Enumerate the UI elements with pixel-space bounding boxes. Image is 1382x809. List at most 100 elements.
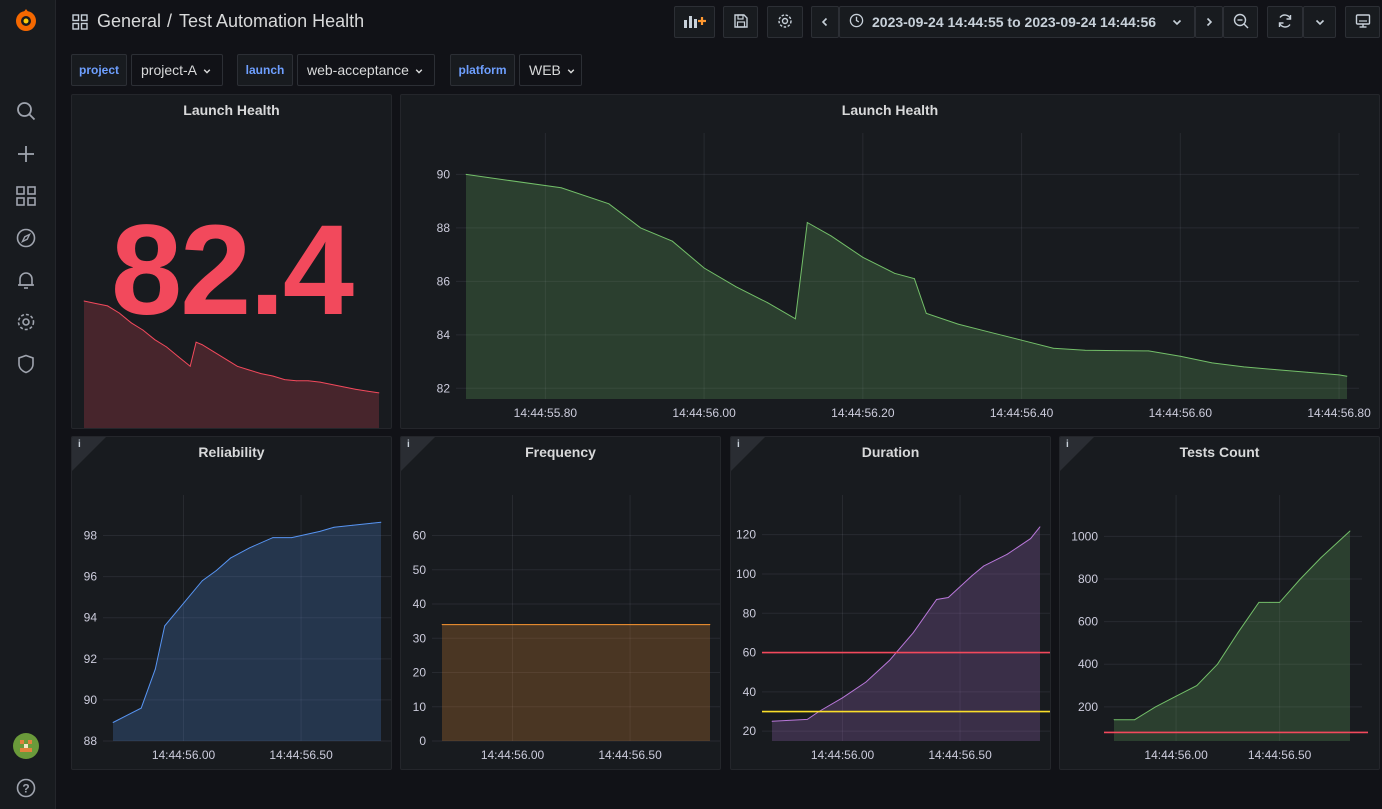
data-point (291, 537, 293, 539)
data-point (331, 383, 333, 385)
x-tick-label: 14:44:56.00 (811, 748, 875, 762)
dashboard-settings-button[interactable] (767, 6, 803, 38)
data-point (112, 722, 114, 724)
help-icon[interactable]: ? (13, 775, 39, 801)
grafana-logo-icon[interactable] (13, 8, 39, 34)
data-point (806, 222, 808, 224)
data-point (307, 380, 309, 382)
panel-stat-launch-health[interactable]: Launch Health 82.4 (71, 94, 392, 429)
breadcrumb-folder[interactable]: General (97, 11, 161, 32)
data-point (1052, 347, 1054, 349)
page-title[interactable]: Test Automation Health (179, 11, 364, 32)
data-point (971, 575, 973, 577)
y-tick-label: 90 (437, 167, 451, 181)
data-point (703, 267, 705, 269)
svg-text:?: ? (22, 782, 29, 796)
launch-health-chart: 82 84 86 88 90 14:44:55.80 14:44:56.00 14:44:56… (437, 133, 1371, 420)
data-point (925, 312, 927, 314)
refresh-interval-button[interactable] (1303, 6, 1336, 38)
time-shift-back-button[interactable] (811, 6, 839, 38)
panel-tests-count[interactable]: i Tests Count 200 400 600 800 1000 14:44:56.0… (1059, 436, 1380, 770)
zoom-out-button[interactable] (1223, 6, 1258, 38)
dashboards-icon[interactable] (13, 183, 39, 209)
time-shift-forward-button[interactable] (1195, 6, 1223, 38)
x-tick-label: 14:44:56.50 (928, 748, 992, 762)
data-point (1217, 663, 1219, 665)
y-tick-label: 60 (743, 646, 757, 660)
y-tick-label: 86 (437, 274, 451, 288)
data-point (894, 272, 896, 274)
y-tick-label: 40 (413, 597, 427, 611)
data-point (1299, 578, 1301, 580)
zoom-out-icon (1233, 13, 1249, 32)
data-point (983, 565, 985, 567)
data-point (236, 365, 238, 367)
series-area (1114, 531, 1350, 741)
data-point (806, 718, 808, 720)
data-point (1006, 553, 1008, 555)
chevron-down-icon (567, 62, 575, 78)
data-point (371, 522, 373, 524)
gear-icon[interactable] (13, 309, 39, 335)
y-tick-label: 50 (413, 563, 427, 577)
x-tick-label: 14:44:56.00 (481, 748, 545, 762)
panel-reliability[interactable]: i Reliability 88 90 92 94 96 98 14:44:56.00 14:… (71, 436, 392, 770)
data-point (608, 203, 610, 205)
panel-frequency[interactable]: i Frequency 0 10 20 30 40 50 60 14:44:56.00 14:4… (400, 436, 721, 770)
data-point (767, 302, 769, 304)
data-point (771, 720, 773, 722)
y-tick-label: 100 (736, 567, 756, 581)
data-point (862, 256, 864, 258)
data-point (140, 707, 142, 709)
x-tick-label: 14:44:56.00 (1144, 748, 1208, 762)
panel-launch-health-timeseries[interactable]: Launch Health 82 84 86 88 90 14:44:55.80 14:44… (400, 94, 1380, 429)
data-point (1030, 538, 1032, 540)
refresh-icon (1277, 13, 1293, 32)
data-point (295, 380, 297, 382)
x-tick-label: 14:44:56.50 (598, 748, 662, 762)
data-point (333, 526, 335, 528)
plus-icon[interactable] (13, 141, 39, 167)
data-point (201, 344, 203, 346)
alert-bell-icon[interactable] (13, 267, 39, 293)
data-point (166, 346, 168, 348)
explore-icon[interactable] (13, 225, 39, 251)
breadcrumb-separator: / (167, 11, 173, 31)
data-point (1113, 719, 1115, 721)
avatar[interactable] (13, 733, 39, 759)
data-point (272, 537, 274, 539)
shield-icon[interactable] (13, 351, 39, 377)
tv-mode-button[interactable] (1345, 6, 1380, 38)
variable-value-platform: WEB (529, 62, 561, 78)
refresh-button[interactable] (1267, 6, 1303, 38)
chevron-down-icon (415, 62, 423, 78)
variable-select-project[interactable]: project-A (131, 54, 223, 86)
time-range-label: 2023-09-24 14:44:55 to 2023-09-24 14:44:… (872, 14, 1157, 30)
variable-select-launch[interactable]: web-acceptance (297, 54, 435, 86)
data-point (215, 569, 217, 571)
save-dashboard-button[interactable] (723, 6, 758, 38)
chevron-down-icon (1315, 15, 1325, 30)
y-tick-label: 10 (413, 700, 427, 714)
data-point (284, 379, 286, 381)
data-point (343, 386, 345, 388)
top-bar: General / Test Automation Health 2023-09… (56, 0, 1382, 44)
variable-select-platform[interactable]: WEB (519, 54, 582, 86)
data-point (354, 388, 356, 390)
data-point (319, 381, 321, 383)
data-point (230, 557, 232, 559)
search-icon[interactable] (13, 98, 39, 124)
data-point (1258, 601, 1260, 603)
data-point (352, 524, 354, 526)
add-panel-button[interactable] (674, 6, 715, 38)
panel-duration[interactable]: i Duration 20 40 60 80 100 120 14:44:56.00 14:4… (730, 436, 1051, 770)
data-point (1084, 349, 1086, 351)
y-tick-label: 600 (1078, 615, 1098, 629)
data-point (1116, 350, 1118, 352)
data-point (1039, 526, 1041, 528)
y-tick-label: 98 (84, 529, 98, 543)
y-tick-label: 92 (84, 652, 98, 666)
add-panel-icon (683, 13, 707, 32)
x-tick-label: 14:44:56.50 (1248, 748, 1312, 762)
time-range-picker[interactable]: 2023-09-24 14:44:55 to 2023-09-24 14:44:… (839, 6, 1195, 38)
